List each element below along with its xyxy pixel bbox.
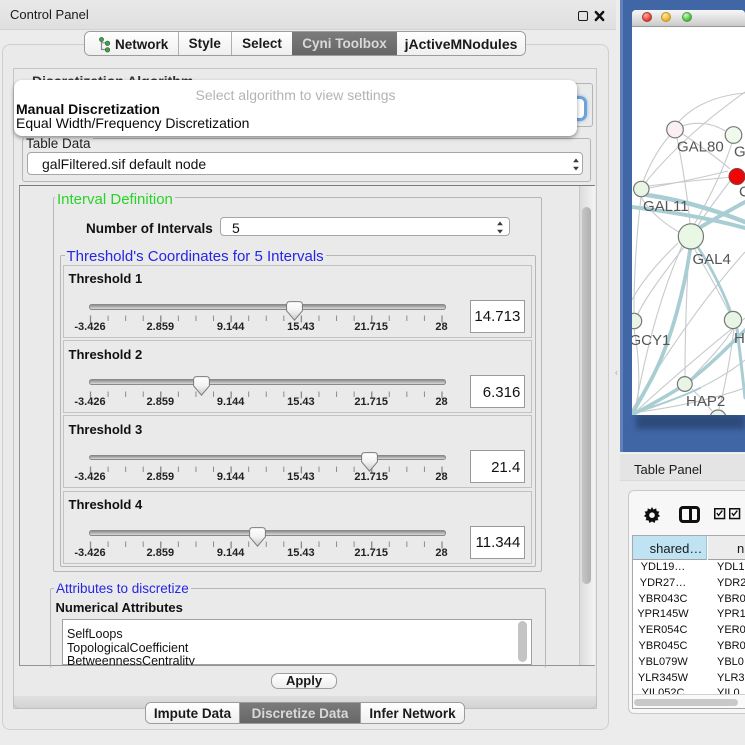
svg-text:GAL80: GAL80 bbox=[677, 139, 724, 156]
svg-text:GAL11: GAL11 bbox=[643, 198, 689, 215]
svg-text:GAL4: GAL4 bbox=[693, 251, 731, 268]
svg-text:HAP2: HAP2 bbox=[686, 393, 725, 410]
svg-text:GCY1: GCY1 bbox=[632, 332, 670, 349]
svg-text:GA: GA bbox=[734, 144, 745, 161]
svg-text:H: H bbox=[734, 330, 745, 347]
svg-text:C: C bbox=[739, 184, 745, 201]
